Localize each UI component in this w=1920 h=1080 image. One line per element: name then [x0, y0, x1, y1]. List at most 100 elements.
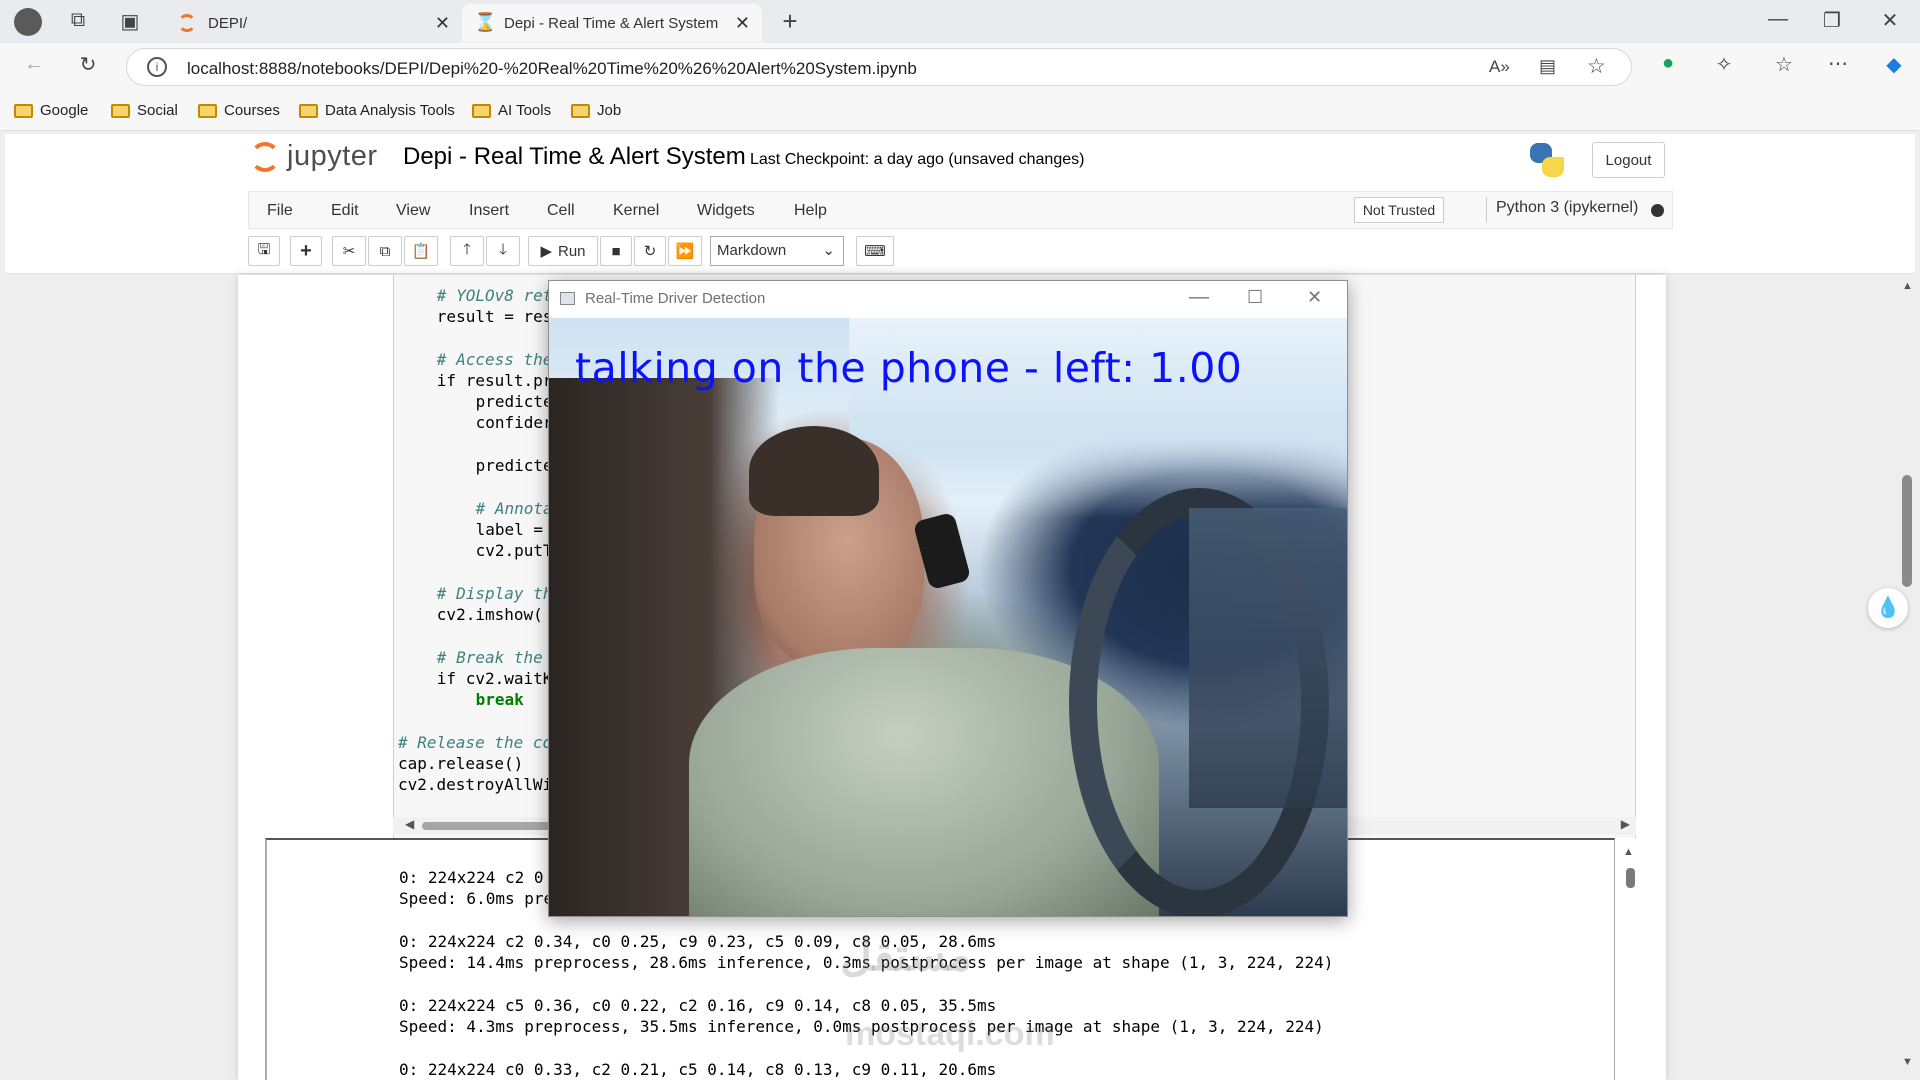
close-tab-icon[interactable]: ✕ — [435, 13, 450, 34]
scroll-left-icon[interactable]: ◀ — [405, 817, 414, 831]
code-line: break — [475, 690, 524, 709]
maximize-icon[interactable]: ☐ — [1247, 287, 1263, 308]
immersive-reader-icon[interactable]: ▤ — [1539, 56, 1556, 77]
folder-icon — [111, 103, 130, 118]
menu-help[interactable]: Help — [794, 202, 827, 220]
menu-widgets[interactable]: Widgets — [697, 202, 755, 220]
menu-kernel[interactable]: Kernel — [613, 202, 659, 220]
page-scrollbar[interactable]: ▲ ▼ — [1896, 276, 1920, 1080]
video-window-title: Real-Time Driver Detection — [585, 290, 766, 307]
scissors-icon: ✂ — [342, 243, 356, 260]
menu-cell[interactable]: Cell — [547, 202, 575, 220]
read-aloud-icon[interactable]: A» — [1489, 57, 1510, 77]
run-button[interactable]: ▶ Run — [528, 236, 598, 266]
bookmark-job[interactable]: Job — [571, 102, 621, 119]
logout-button[interactable]: Logout — [1592, 142, 1665, 178]
menu-view[interactable]: View — [396, 202, 430, 220]
tab-depi-folder[interactable]: DEPI/ ✕ — [166, 4, 462, 42]
more-options-icon[interactable]: ⋯ — [1822, 51, 1854, 76]
scroll-thumb[interactable] — [1902, 475, 1912, 587]
python-logo-icon — [1530, 143, 1564, 177]
url-text[interactable]: localhost:8888/notebooks/DEPI/Depi%20-%2… — [187, 59, 917, 79]
keyboard-icon: ⌨ — [864, 243, 886, 260]
info-icon[interactable]: i — [147, 57, 167, 77]
code-line: label = — [475, 520, 544, 539]
checkpoint-status: Last Checkpoint: a day ago (unsaved chan… — [750, 151, 1085, 168]
jupyter-logo-text[interactable]: jupyter — [287, 140, 378, 173]
stop-icon: ■ — [611, 242, 621, 260]
menu-bar: File Edit View Insert Cell Kernel Widget… — [248, 191, 1673, 229]
insert-cell-button[interactable]: + — [290, 236, 322, 266]
play-icon: ▶ — [540, 243, 552, 260]
output-line: 0: 224x224 c0 0.33, c2 0.21, c5 0.14, c8… — [399, 1060, 997, 1079]
scroll-down-icon[interactable]: ▼ — [1902, 1056, 1913, 1068]
restart-run-all-button[interactable]: ⏩ — [668, 236, 702, 266]
command-palette-button[interactable]: ⌨ — [856, 236, 894, 266]
trust-indicator[interactable]: Not Trusted — [1354, 197, 1444, 223]
close-window-icon[interactable]: ✕ — [1307, 287, 1322, 308]
browser-sidebar-drop-icon[interactable]: 💧 — [1868, 588, 1908, 628]
bookmark-social[interactable]: Social — [111, 102, 178, 119]
code-line: # Break the — [436, 648, 543, 667]
restore-icon[interactable]: ❐ — [1816, 8, 1848, 33]
video-window[interactable]: Real-Time Driver Detection — ☐ ✕ talking… — [548, 280, 1348, 917]
grammarly-icon[interactable]: ● — [1652, 52, 1684, 75]
folder-icon — [571, 103, 590, 118]
bookmarks-bar: Google Social Courses Data Analysis Tool… — [0, 93, 1920, 131]
video-frame: talking on the phone - left: 1.00 — [549, 318, 1347, 916]
code-line: # Annota — [475, 499, 553, 518]
profile-avatar[interactable] — [14, 8, 42, 36]
restart-button[interactable]: ↻ — [634, 236, 666, 266]
kernel-status-icon — [1651, 204, 1664, 217]
arrow-down-icon: 🡓 — [499, 240, 507, 258]
notebook-title[interactable]: Depi - Real Time & Alert System — [403, 143, 746, 171]
copy-button[interactable]: ⧉ — [368, 236, 402, 266]
favorites-icon[interactable]: ☆ — [1768, 52, 1800, 77]
refresh-icon[interactable]: ↻ — [72, 52, 104, 77]
bookmark-google[interactable]: Google — [14, 102, 88, 119]
scroll-up-icon[interactable]: ▲ — [1623, 846, 1634, 858]
menu-file[interactable]: File — [267, 202, 293, 220]
extensions-icon[interactable]: ✧ — [1708, 52, 1740, 77]
tab-title: DEPI/ — [208, 14, 248, 32]
bookmark-ai-tools[interactable]: AI Tools — [472, 102, 551, 119]
save-icon: 🖫 — [257, 240, 271, 258]
paste-button[interactable]: 📋 — [404, 236, 438, 266]
workspaces-icon[interactable]: ⧉ — [62, 9, 94, 32]
new-tab-icon[interactable]: + — [774, 6, 806, 37]
bookmark-data-analysis-tools[interactable]: Data Analysis Tools — [299, 102, 455, 119]
move-up-button[interactable]: 🡑 — [450, 236, 484, 266]
tab-actions-icon[interactable]: ▣ — [114, 9, 146, 34]
cell-type-select[interactable]: Markdown ⌄ — [710, 236, 844, 266]
scroll-right-icon[interactable]: ▶ — [1621, 817, 1630, 831]
back-icon[interactable]: ← — [18, 53, 50, 76]
favorite-star-icon[interactable]: ☆ — [1587, 54, 1606, 79]
save-button[interactable]: 🖫 — [248, 236, 280, 266]
copilot-icon[interactable]: ◆ — [1878, 52, 1910, 77]
close-tab-icon[interactable]: ✕ — [735, 13, 750, 34]
scroll-up-icon[interactable]: ▲ — [1902, 280, 1913, 292]
code-line: cv2.putT — [475, 541, 553, 560]
close-window-icon[interactable]: ✕ — [1874, 8, 1906, 33]
code-line: # Access the — [436, 350, 553, 369]
address-bar[interactable]: i localhost:8888/notebooks/DEPI/Depi%20-… — [126, 48, 1632, 86]
tab-real-time-alert[interactable]: ⌛ Depi - Real Time & Alert System · ✕ — [462, 4, 762, 42]
scroll-thumb[interactable] — [1626, 868, 1635, 888]
cut-button[interactable]: ✂ — [332, 236, 366, 266]
folder-icon — [198, 103, 217, 118]
minimize-icon[interactable]: — — [1762, 8, 1794, 31]
minimize-icon[interactable]: — — [1189, 286, 1209, 309]
address-toolbar: ← ↻ i localhost:8888/notebooks/DEPI/Depi… — [0, 43, 1920, 93]
interrupt-button[interactable]: ■ — [600, 236, 632, 266]
jupyter-logo-icon[interactable] — [250, 142, 280, 172]
bookmark-courses[interactable]: Courses — [198, 102, 280, 119]
move-down-button[interactable]: 🡓 — [486, 236, 520, 266]
code-line: predicte — [475, 392, 553, 411]
menu-edit[interactable]: Edit — [331, 202, 359, 220]
menu-insert[interactable]: Insert — [469, 202, 509, 220]
output-line: Speed: 6.0ms pre — [399, 889, 554, 908]
kernel-name[interactable]: Python 3 (ipykernel) — [1496, 199, 1638, 217]
jupyter-tab-icon — [178, 14, 196, 32]
video-window-titlebar[interactable]: Real-Time Driver Detection — ☐ ✕ — [549, 281, 1347, 318]
code-line: cap.release() — [398, 754, 524, 773]
